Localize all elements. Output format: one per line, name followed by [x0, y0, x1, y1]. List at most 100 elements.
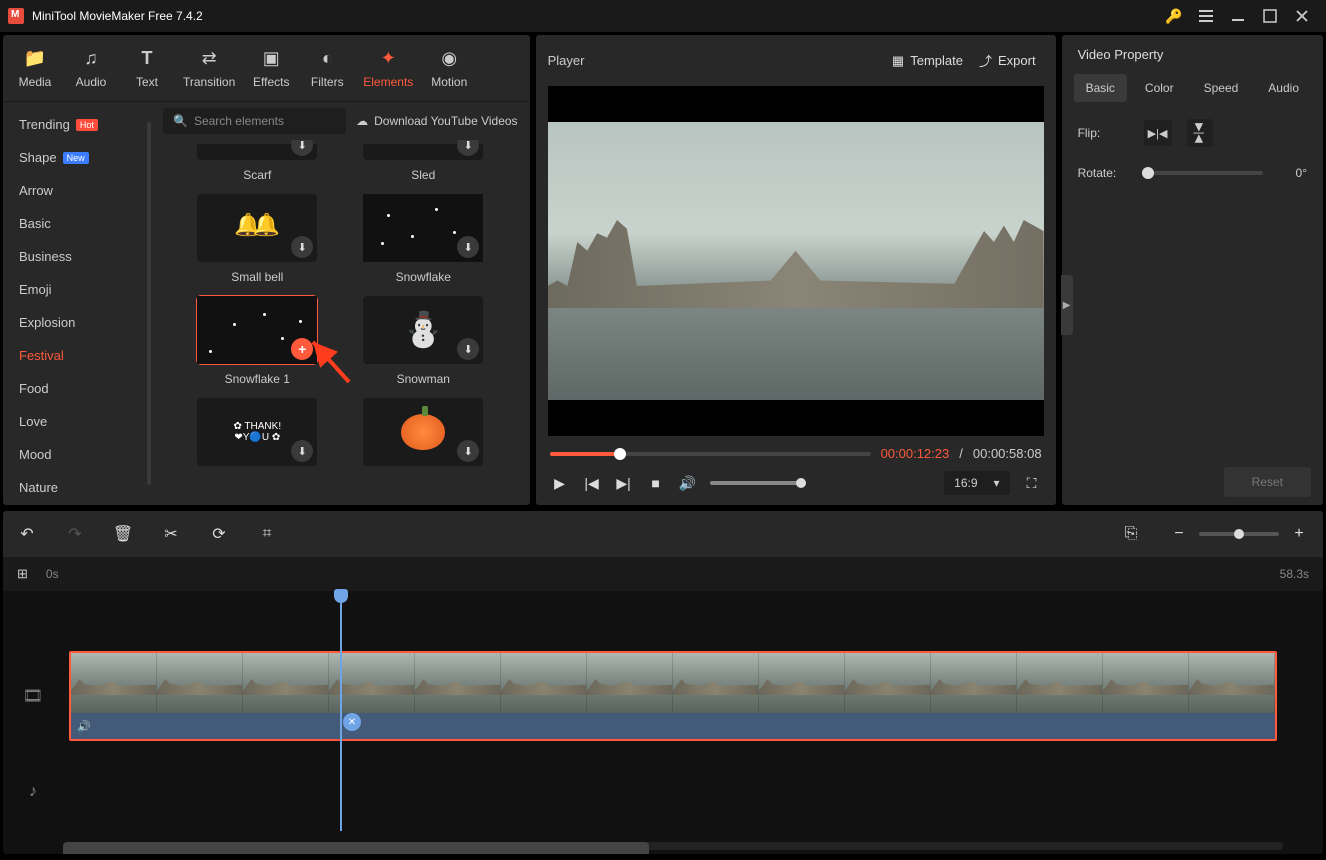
tab-filters[interactable]: ◐Filters [299, 41, 355, 93]
flip-horizontal-button[interactable]: ▶|◀ [1144, 120, 1172, 146]
prop-tab-basic[interactable]: Basic [1074, 74, 1127, 102]
download-icon[interactable]: ⬇ [457, 338, 479, 360]
crop-button[interactable]: ⌗ [257, 525, 277, 543]
category-shape[interactable]: ShapeNew [3, 141, 151, 174]
prop-tab-color[interactable]: Color [1133, 74, 1186, 102]
search-input[interactable]: 🔍Search elements [163, 108, 346, 134]
aspect-ratio-select[interactable]: 16:9▾ [944, 471, 1009, 495]
vip-key-button[interactable]: 🔑 [1158, 0, 1190, 32]
zoom-slider[interactable] [1199, 532, 1279, 536]
preview-frame [548, 122, 1044, 400]
download-icon[interactable]: ⬇ [457, 140, 479, 156]
playback-scrubber[interactable] [550, 452, 871, 456]
properties-panel: ▶ Video Property Basic Color Speed Audio… [1062, 35, 1323, 505]
download-icon[interactable]: ⬇ [291, 236, 313, 258]
split-marker[interactable]: ✕ [343, 713, 361, 731]
next-frame-button[interactable]: ▶| [614, 473, 634, 493]
redo-button[interactable]: ↷ [65, 524, 85, 544]
reset-button[interactable]: Reset [1224, 467, 1311, 497]
timeline-start: 0s [46, 567, 59, 581]
player-title: Player [548, 53, 884, 68]
timeline-toolbar: ↶ ↷ 🗑 ✂ ⟳ ⌗ ⎘ − + [3, 511, 1323, 557]
element-card-sled[interactable]: ⬇ Sled [344, 144, 502, 182]
split-button[interactable]: ✂ [161, 524, 181, 544]
category-nature[interactable]: Nature [3, 471, 151, 504]
transition-icon: ⇄ [202, 45, 217, 71]
category-business[interactable]: Business [3, 240, 151, 273]
download-icon[interactable]: ⬇ [291, 440, 313, 462]
download-youtube-button[interactable]: ☁Download YouTube Videos [356, 114, 517, 128]
motion-icon: ◉ [441, 45, 457, 71]
prop-tab-audio[interactable]: Audio [1256, 74, 1311, 102]
tab-media[interactable]: 📁Media [7, 41, 63, 93]
tab-text[interactable]: TText [119, 41, 175, 93]
maximize-button[interactable] [1254, 0, 1286, 32]
window-title: MiniTool MovieMaker Free 7.4.2 [32, 9, 1158, 23]
panel-collapse-button[interactable]: ▶ [1061, 275, 1073, 335]
export-icon: ⤴ [979, 51, 992, 70]
effects-icon: ▣ [263, 45, 280, 71]
add-track-button[interactable]: ⊞ [17, 566, 28, 582]
zoom-out-button[interactable]: − [1169, 525, 1189, 543]
speed-button[interactable]: ⟳ [209, 524, 229, 544]
flip-vertical-button[interactable]: ▶|◀ [1187, 119, 1213, 147]
download-icon[interactable]: ⬇ [457, 440, 479, 462]
category-food[interactable]: Food [3, 372, 151, 405]
volume-slider[interactable] [710, 481, 806, 485]
timeline-scrollbar[interactable] [63, 842, 1283, 850]
category-trending[interactable]: TrendingHot [3, 108, 151, 141]
prev-frame-button[interactable]: |◀ [582, 473, 602, 493]
video-clip[interactable]: 🔊 [69, 651, 1277, 741]
cloud-download-icon: ☁ [356, 114, 368, 128]
rotate-value: 0° [1277, 166, 1307, 180]
app-icon [8, 8, 24, 24]
element-card-snowflake[interactable]: ⬇ Snowflake [344, 194, 502, 284]
zoom-in-button[interactable]: + [1289, 525, 1309, 543]
mute-button[interactable]: 🔊 [678, 473, 698, 493]
rotate-slider[interactable] [1144, 171, 1263, 175]
filters-icon: ◐ [322, 45, 333, 71]
tab-elements[interactable]: ✦Elements [355, 41, 421, 93]
element-card-small-bell[interactable]: ⬇ Small bell [178, 194, 336, 284]
playhead[interactable] [340, 591, 342, 831]
category-arrow[interactable]: Arrow [3, 174, 151, 207]
tab-audio[interactable]: ♫Audio [63, 41, 119, 93]
timeline: ⊞ 0s 58.3s 🎞 🔊 ♪ ✕ [3, 557, 1323, 854]
category-explosion[interactable]: Explosion [3, 306, 151, 339]
play-button[interactable]: ▶ [550, 473, 570, 493]
element-card-scarf[interactable]: ⬇ Scarf [178, 144, 336, 182]
video-track-icon: 🎞 [3, 649, 63, 743]
category-festival[interactable]: Festival [3, 339, 151, 372]
minimize-button[interactable] [1222, 0, 1254, 32]
category-love[interactable]: Love [3, 405, 151, 438]
stop-button[interactable]: ■ [646, 473, 666, 493]
time-current: 00:00:12:23 [881, 446, 950, 461]
chevron-down-icon: ▾ [994, 476, 1000, 490]
download-icon[interactable]: ⬇ [291, 140, 313, 156]
template-button[interactable]: ▦Template [884, 47, 971, 75]
fit-timeline-button[interactable]: ⎘ [1121, 525, 1141, 543]
text-icon: T [142, 45, 153, 71]
time-total: 00:00:58:08 [973, 446, 1042, 461]
category-basic[interactable]: Basic [3, 207, 151, 240]
fullscreen-button[interactable]: ⛶ [1022, 473, 1042, 493]
tab-transition[interactable]: ⇄Transition [175, 41, 243, 93]
timeline-tracks[interactable]: 🎞 🔊 ♪ ✕ [3, 591, 1323, 851]
tab-motion[interactable]: ◉Motion [421, 41, 477, 93]
element-card-thankyou[interactable]: ✿ THANK!❤Y🔵U ✿⬇ [178, 398, 336, 474]
element-card-snowflake-1[interactable]: + Snowflake 1 [178, 296, 336, 386]
element-card-snowman[interactable]: ⛄⬇ Snowman [344, 296, 502, 386]
close-button[interactable] [1286, 0, 1318, 32]
prop-tab-speed[interactable]: Speed [1192, 74, 1251, 102]
delete-button[interactable]: 🗑 [113, 524, 133, 544]
export-button[interactable]: ⤴Export [971, 45, 1044, 76]
menu-button[interactable] [1190, 0, 1222, 32]
main-tabs: 📁Media ♫Audio TText ⇄Transition ▣Effects… [3, 35, 530, 102]
preview-viewport[interactable] [548, 86, 1044, 436]
undo-button[interactable]: ↶ [17, 524, 37, 544]
category-emoji[interactable]: Emoji [3, 273, 151, 306]
element-card-pumpkin[interactable]: ⬇ [344, 398, 502, 474]
category-mood[interactable]: Mood [3, 438, 151, 471]
tab-effects[interactable]: ▣Effects [243, 41, 299, 93]
category-list: TrendingHot ShapeNew Arrow Basic Busines… [3, 102, 151, 505]
